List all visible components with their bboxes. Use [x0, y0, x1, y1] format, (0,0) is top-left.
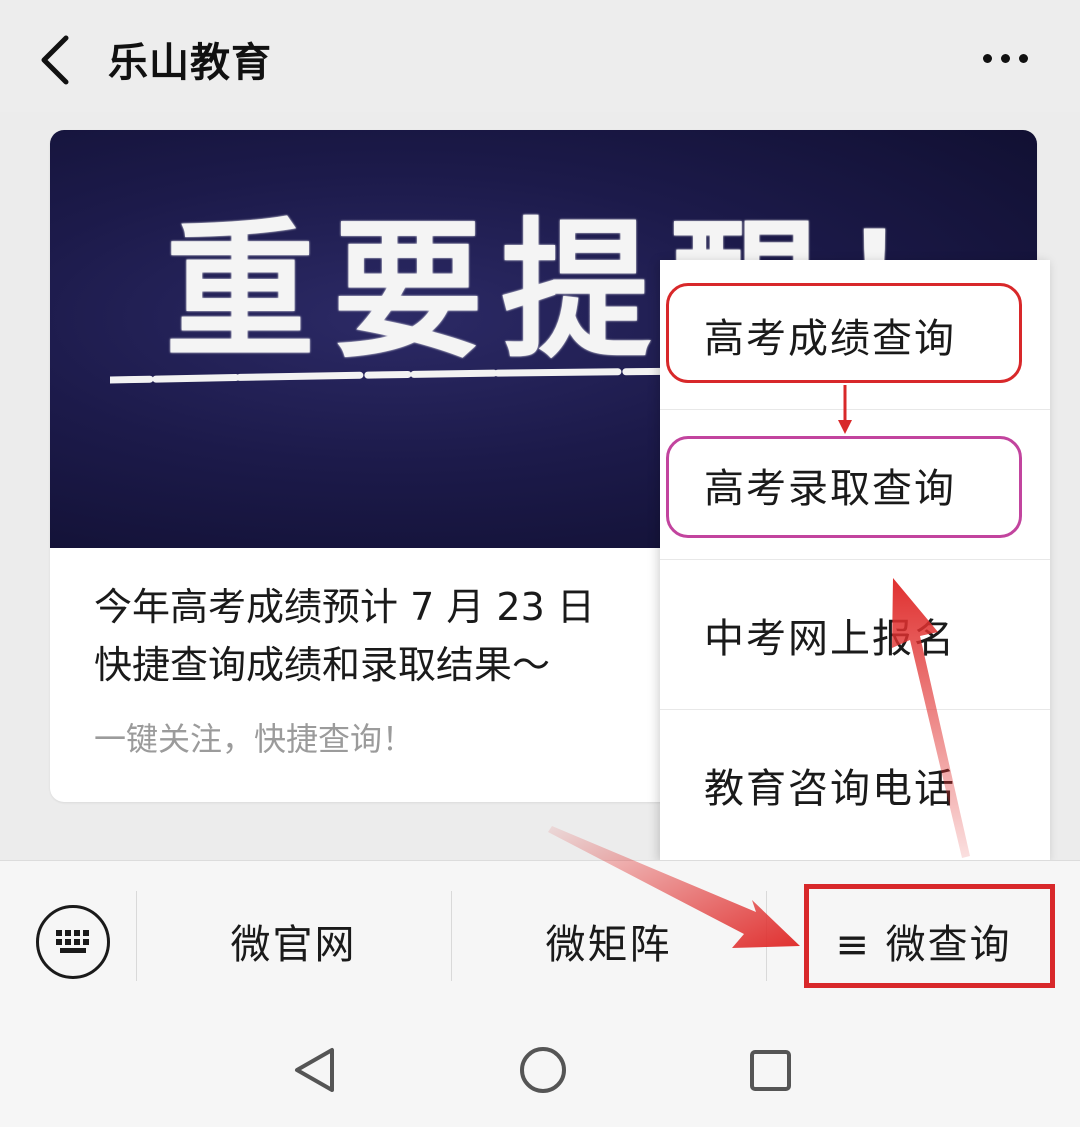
back-arrow-icon	[41, 35, 69, 85]
article-subtitle: 一键关注，快捷查询！	[94, 720, 415, 758]
menu-item-education-hotline[interactable]: 教育咨询电话	[660, 710, 1050, 860]
top-nav-bar: 乐山教育	[0, 0, 1080, 112]
menu-tab-label: 微官网	[230, 922, 357, 968]
menu-item-zhongkao-registration[interactable]: 中考网上报名	[660, 560, 1050, 710]
more-options-button[interactable]	[970, 38, 1040, 78]
nav-recents-icon[interactable]	[750, 1050, 791, 1091]
menu-item-label: 教育咨询电话	[704, 766, 956, 812]
highlight-box-query	[804, 884, 1055, 988]
menu-tab-official-site[interactable]: 微官网	[137, 901, 450, 981]
keyboard-icon	[56, 930, 89, 953]
highlight-box-purple	[666, 436, 1022, 538]
more-dots-icon	[982, 53, 992, 63]
menu-tab-label: 微矩阵	[545, 922, 672, 968]
menu-tab-matrix[interactable]: 微矩阵	[452, 901, 765, 981]
system-nav-bar	[0, 1010, 1080, 1127]
back-button[interactable]	[28, 22, 88, 92]
system-nav-icons	[295, 1047, 791, 1093]
keyboard-toggle-button[interactable]	[36, 905, 110, 979]
highlight-box-red	[666, 283, 1022, 383]
nav-home-icon[interactable]	[520, 1047, 566, 1093]
more-dots-icon	[1018, 53, 1028, 63]
page-title: 乐山教育	[108, 40, 272, 86]
menu-item-label: 中考网上报名	[704, 615, 956, 662]
nav-back-icon[interactable]	[295, 1048, 334, 1092]
more-dots-icon	[1000, 53, 1010, 63]
